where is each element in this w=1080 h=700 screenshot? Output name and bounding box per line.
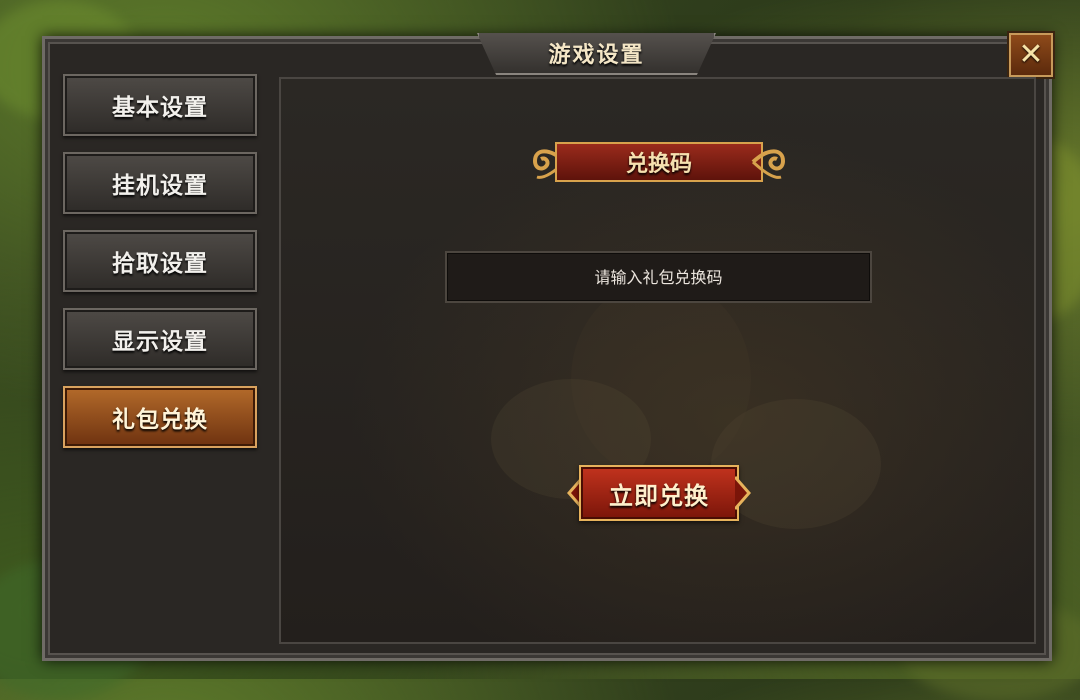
header-title: 兑换码 [625,152,692,177]
sidebar-item-label: 显示设置 [112,329,208,355]
sidebar-item-pickup-settings[interactable]: 拾取设置 [63,230,257,292]
redeem-now-button-wrapper: 立即兑换 [565,465,753,521]
sidebar-item-label: 基本设置 [112,95,208,121]
close-icon: ✕ [1018,37,1044,72]
game-settings-dialog: 游戏设置 ✕ 基本设置 挂机设置 拾取设置 显示设置 礼包兑换 兑换码 请输入礼… [42,33,1053,661]
redeem-code-input[interactable] [445,251,872,303]
sidebar-item-label: 挂机设置 [112,173,208,199]
sidebar-item-label: 礼包兑换 [112,407,208,433]
sidebar-item-basic-settings[interactable]: 基本设置 [63,74,257,136]
background-artwork [571,279,751,479]
redeem-content-panel: 兑换码 立即兑换 [279,77,1036,644]
sidebar-item-gift-redeem[interactable]: 礼包兑换 [63,386,257,448]
close-button[interactable]: ✕ [1009,33,1053,77]
redeem-now-label: 立即兑换 [609,481,709,510]
header-ribbon: 兑换码 [555,142,763,182]
redeem-code-header: 兑换码 [529,139,789,185]
sidebar-item-label: 拾取设置 [112,251,208,277]
ornament-right-icon [751,149,786,179]
redeem-now-button[interactable]: 立即兑换 [579,465,739,521]
sidebar-item-display-settings[interactable]: 显示设置 [63,308,257,370]
dialog-title: 游戏设置 [548,43,645,68]
settings-sidebar: 基本设置 挂机设置 拾取设置 显示设置 礼包兑换 [63,74,259,464]
button-cap-right-icon [735,476,751,510]
dialog-title-plate: 游戏设置 [477,33,716,75]
sidebar-item-afk-settings[interactable]: 挂机设置 [63,152,257,214]
